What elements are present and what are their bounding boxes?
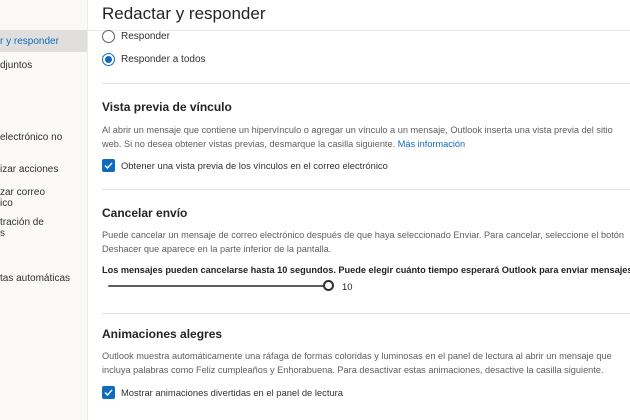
undo-send-note: Los mensajes pueden cancelarse hasta 10 … [102,265,630,275]
checkmark-icon [104,162,113,169]
undo-send-title: Cancelar envío [102,206,188,220]
undo-send-description: Puede cancelar un mensaje de correo elec… [102,228,630,256]
animations-description: Outlook muestra automáticamente una ráfa… [102,349,630,377]
radio-label-responder: Responder [121,31,170,42]
settings-sidebar: r y responder djuntos electrónico no iza… [0,0,88,420]
sidebar-item-personalizar-acciones[interactable]: izar acciones [0,163,58,176]
sidebar-item-administracion[interactable]: tración de [0,216,44,229]
animations-desc-line1: Outlook muestra automáticamente una ráfa… [102,351,612,361]
animations-checkbox[interactable] [102,386,115,399]
slider-value: 10 [342,281,353,292]
animations-title: Animaciones alegres [102,327,223,341]
sidebar-item-redactar-y-responder[interactable]: r y responder [0,35,59,48]
settings-panel: Redactar y responder Responder Responder… [88,0,630,420]
section-divider [102,83,630,84]
link-preview-option[interactable]: Obtener una vista previa de los vínculos… [102,159,388,172]
animations-desc-line2: incluya palabras como Feliz cumpleaños y… [102,365,604,375]
link-preview-desc-line1: Al abrir un mensaje que contiene un hipe… [102,125,613,135]
sidebar-item-respuestas-automaticas[interactable]: tas automáticas [0,272,70,285]
radio-label-responder-a-todos: Responder a todos [121,54,206,65]
more-info-link[interactable]: Más información [398,139,465,149]
slider-track[interactable] [108,285,328,287]
undo-send-desc-line1: Puede cancelar un mensaje de correo elec… [102,230,624,240]
link-preview-checkbox[interactable] [102,159,115,172]
sidebar-item-administracion-line2[interactable]: s [0,227,5,240]
reply-option-responder[interactable]: Responder [102,30,170,43]
checkmark-icon [104,389,113,396]
reply-option-responder-a-todos[interactable]: Responder a todos [102,53,206,66]
link-preview-checkbox-label: Obtener una vista previa de los vínculos… [121,160,388,171]
undo-send-desc-line2: Deshacer que aparece en la parte inferio… [102,244,332,254]
link-preview-description: Al abrir un mensaje que contiene un hipe… [102,123,630,151]
radio-responder-a-todos[interactable] [102,53,115,66]
sidebar-item-correo-no-deseado[interactable]: electrónico no [0,131,62,144]
radio-responder[interactable] [102,30,115,43]
animations-option[interactable]: Mostrar animaciones divertidas en el pan… [102,386,343,399]
animations-checkbox-label: Mostrar animaciones divertidas en el pan… [121,387,343,398]
sidebar-item-sincronizar-correo-line2[interactable]: ico [0,197,13,210]
section-divider [102,313,630,314]
sidebar-item-adjuntos[interactable]: djuntos [0,59,32,72]
slider-thumb[interactable] [323,280,334,291]
undo-send-slider[interactable] [108,280,334,292]
section-divider [102,189,630,190]
link-preview-desc-line2: web. Si no desea obtener vistas previas,… [102,139,398,149]
link-preview-title: Vista previa de vínculo [102,100,232,114]
page-title: Redactar y responder [102,4,266,23]
